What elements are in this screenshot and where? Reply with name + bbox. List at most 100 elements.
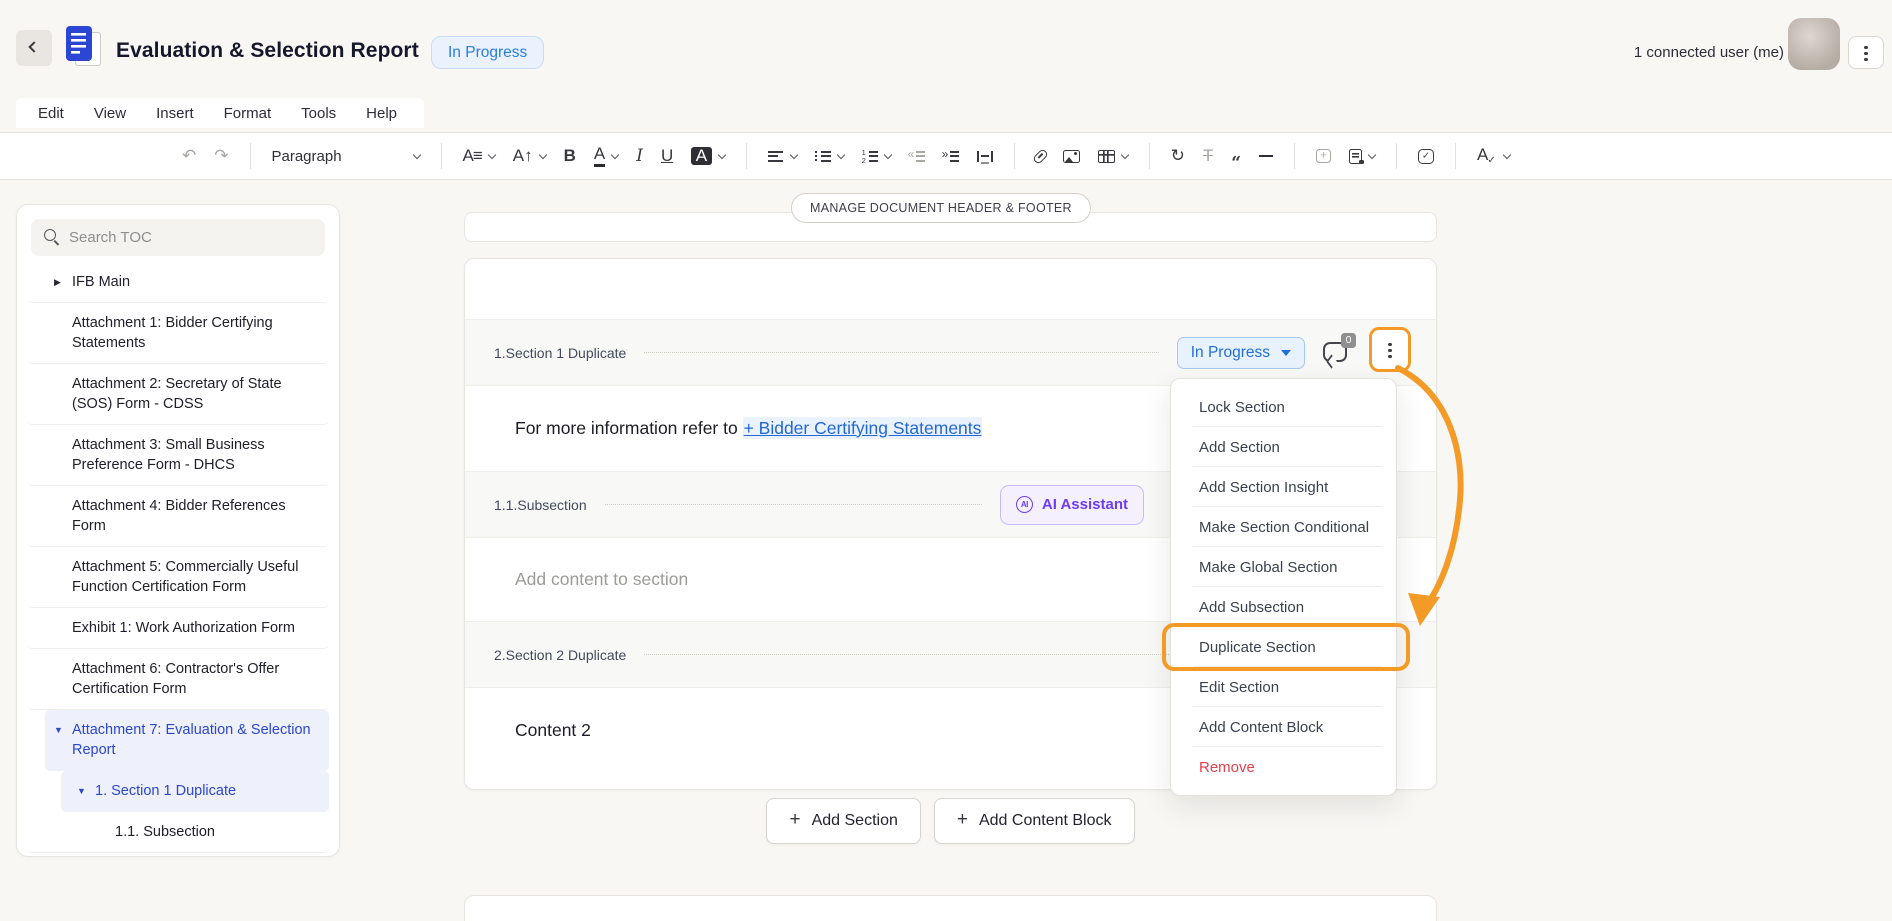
menu-view[interactable]: View (94, 105, 126, 122)
manage-header-footer-button[interactable]: MANAGE DOCUMENT HEADER & FOOTER (791, 193, 1091, 223)
bold-icon: B (564, 147, 576, 165)
header-kebab-menu-button[interactable] (1848, 36, 1884, 69)
undo-button[interactable]: ↶ (176, 142, 202, 170)
toc-item-exhibit-1-work-authorization-form[interactable]: Exhibit 1: Work Authorization Form (27, 608, 329, 649)
section-1-kebab-menu-button[interactable] (1369, 327, 1411, 372)
section-1-status-dropdown[interactable]: In Progress (1177, 337, 1305, 369)
toc-item-1-1-subsection[interactable]: 1.1. Subsection (27, 812, 329, 853)
back-button[interactable] (16, 30, 52, 66)
context-menu-item-make-global-section[interactable]: Make Global Section (1171, 547, 1396, 587)
caret-collapsed-icon[interactable]: ▶ (54, 276, 72, 288)
indent-icon (943, 151, 959, 162)
underline-button[interactable]: U (655, 142, 679, 170)
font-family-icon: A≡ (463, 147, 482, 165)
toolbar-separator (1014, 143, 1015, 169)
context-menu-item-add-content-block[interactable]: Add Content Block (1171, 707, 1396, 747)
bullet-list-button[interactable] (809, 146, 850, 167)
insert-image-icon (1063, 150, 1080, 163)
context-menu-item-remove[interactable]: Remove (1171, 747, 1396, 787)
toc-item-attachment-5-commercially-useful-function-certification-form[interactable]: Attachment 5: Commercially Useful Functi… (27, 547, 329, 608)
caret-expanded-icon[interactable]: ▼ (77, 785, 95, 797)
section-1-title: 1.Section 1 Duplicate (494, 345, 626, 361)
add-content-block-button[interactable]: + Add Content Block (934, 798, 1135, 844)
context-menu-item-add-section[interactable]: Add Section (1171, 427, 1396, 467)
italic-icon: I (636, 147, 643, 165)
font-size-button[interactable]: A↑ (507, 142, 552, 170)
context-menu-item-add-subsection[interactable]: Add Subsection (1171, 587, 1396, 627)
context-menu-item-label: Add Section Insight (1199, 479, 1328, 496)
toc-item-attachment-2-secretary-of-state-sos-form-cdss[interactable]: Attachment 2: Secretary of State (SOS) F… (27, 364, 329, 425)
context-menu-item-duplicate-section[interactable]: Duplicate Section (1171, 627, 1396, 667)
add-block-button[interactable] (1310, 144, 1337, 168)
redo-button[interactable]: ↷ (208, 142, 234, 170)
menu-bar: Edit View Insert Format Tools Help (16, 98, 424, 128)
context-menu-item-label: Lock Section (1199, 399, 1285, 416)
menu-edit[interactable]: Edit (38, 105, 64, 122)
font-family-button[interactable]: A≡ (457, 142, 501, 170)
clear-formatting-button[interactable]: T (1197, 142, 1219, 170)
toc-item-attachment-4-bidder-references-form[interactable]: Attachment 4: Bidder References Form (27, 486, 329, 547)
caret-down-icon (1281, 350, 1291, 356)
menu-insert[interactable]: Insert (156, 105, 194, 122)
underline-icon: U (661, 147, 673, 165)
insert-link-icon (1032, 148, 1049, 165)
insert-image-button[interactable] (1057, 145, 1086, 168)
menu-help[interactable]: Help (366, 105, 397, 122)
toc-item-label: IFB Main (72, 274, 130, 290)
context-menu-item-edit-section[interactable]: Edit Section (1171, 667, 1396, 707)
ai-assistant-label: AI Assistant (1042, 496, 1128, 513)
horizontal-rule-button[interactable] (1253, 150, 1279, 163)
numbered-list-button[interactable] (856, 146, 897, 167)
page-width-icon (977, 151, 993, 162)
outdent-button[interactable] (903, 146, 931, 167)
context-menu-item-add-section-insight[interactable]: Add Section Insight (1171, 467, 1396, 507)
blockquote-button[interactable]: “ (1225, 142, 1247, 170)
toc-item-2-section-2-duplicate[interactable]: 2. Section 2 Duplicate (27, 853, 329, 857)
highlight-color-button[interactable]: A (685, 142, 730, 170)
toc-item-ifb-main[interactable]: ▶IFB Main (27, 262, 329, 303)
indent-button[interactable] (937, 146, 965, 167)
toc-item-1-section-1-duplicate[interactable]: ▼1. Section 1 Duplicate (61, 771, 329, 812)
section-1-comments-button[interactable]: 0 (1323, 339, 1353, 367)
insert-link-button[interactable] (1030, 144, 1051, 169)
toc-item-attachment-6-contractor-s-offer-certification-form[interactable]: Attachment 6: Contractor's Offer Certifi… (27, 649, 329, 710)
context-menu-item-lock-section[interactable]: Lock Section (1171, 387, 1396, 427)
context-menu-item-label: Add Section (1199, 439, 1280, 456)
task-checklist-button[interactable] (1412, 144, 1440, 169)
toc-search[interactable] (31, 219, 325, 256)
page-width-button[interactable] (971, 146, 999, 167)
user-avatar[interactable] (1788, 18, 1840, 70)
add-section-button[interactable]: + Add Section (766, 798, 920, 844)
add-block-icon (1316, 149, 1331, 163)
paragraph-text: For more information refer to (515, 418, 743, 438)
toc-item-label: Attachment 6: Contractor's Offer Certifi… (72, 661, 279, 697)
dotted-leader (644, 352, 1158, 353)
connected-users-label: 1 connected user (me) (1634, 44, 1784, 61)
toc-search-input[interactable] (69, 229, 299, 246)
find-replace-button[interactable]: ↻ (1165, 142, 1191, 170)
bold-button[interactable]: B (558, 142, 582, 170)
numbered-list-icon (862, 151, 878, 162)
plus-icon: + (789, 809, 800, 831)
toc-item-attachment-7-evaluation-selection-report[interactable]: ▼Attachment 7: Evaluation & Selection Re… (45, 710, 329, 771)
menu-format[interactable]: Format (224, 105, 272, 122)
toolbar-separator (250, 143, 251, 169)
caret-expanded-icon[interactable]: ▼ (54, 724, 72, 736)
ai-assistant-button[interactable]: AI AI Assistant (1000, 485, 1144, 525)
bidder-certifying-statements-link[interactable]: + Bidder Certifying Statements (743, 417, 983, 439)
toc-item-attachment-1-bidder-certifying-statements[interactable]: Attachment 1: Bidder Certifying Statemen… (27, 303, 329, 364)
spell-check-button[interactable]: A (1471, 141, 1516, 172)
paragraph-style-button[interactable]: Paragraph (266, 143, 426, 170)
chevron-down-icon (717, 151, 725, 159)
content-template-button[interactable] (1343, 144, 1381, 169)
document-status-badge: In Progress (431, 36, 544, 69)
toc-item-attachment-3-small-business-preference-form-dhcs[interactable]: Attachment 3: Small Business Preference … (27, 425, 329, 486)
menu-tools[interactable]: Tools (301, 105, 336, 122)
text-color-button[interactable]: A (588, 140, 624, 172)
insert-table-button[interactable] (1092, 145, 1134, 168)
context-menu-item-make-section-conditional[interactable]: Make Section Conditional (1171, 507, 1396, 547)
toolbar-separator (1294, 143, 1295, 169)
text-align-button[interactable] (762, 146, 803, 167)
search-icon (44, 229, 56, 241)
italic-button[interactable]: I (630, 142, 649, 170)
